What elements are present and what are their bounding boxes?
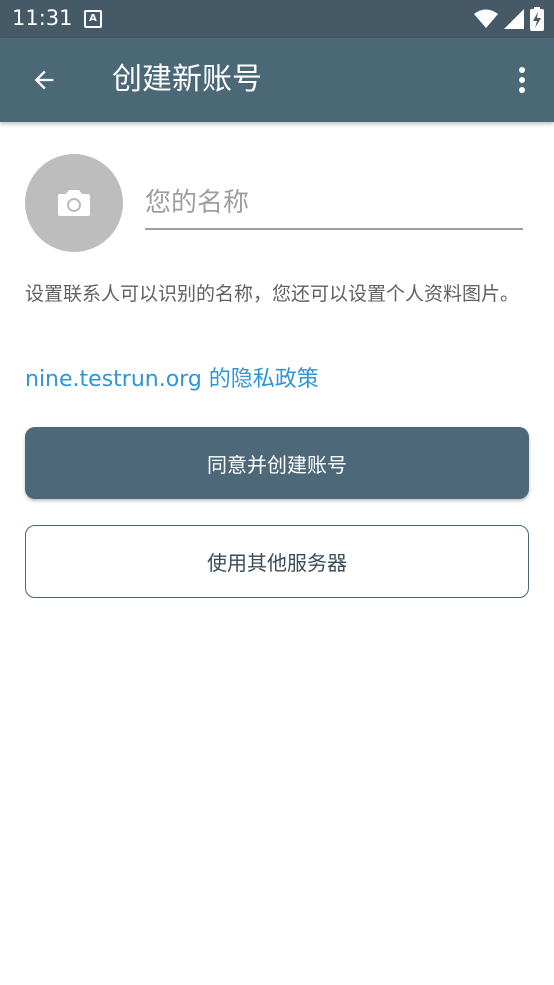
more-vert-icon xyxy=(519,67,525,93)
back-button[interactable] xyxy=(22,58,66,102)
name-input[interactable] xyxy=(145,178,523,230)
privacy-policy-link[interactable]: nine.testrun.org 的隐私政策 xyxy=(25,364,319,396)
avatar-picker[interactable] xyxy=(25,154,123,252)
camera-icon xyxy=(58,190,90,216)
use-other-server-button[interactable]: 使用其他服务器 xyxy=(25,525,529,598)
notification-icon: A xyxy=(84,10,102,28)
signal-icon xyxy=(504,9,524,29)
page-title: 创建新账号 xyxy=(112,62,262,97)
arrow-left-icon xyxy=(34,70,54,90)
wifi-icon xyxy=(474,9,498,28)
battery-charging-icon xyxy=(530,7,544,31)
overflow-menu-button[interactable] xyxy=(504,58,540,102)
app-bar: 创建新账号 xyxy=(0,38,554,122)
status-bar: 11:31 A xyxy=(0,0,554,38)
status-icons xyxy=(474,7,544,31)
description-text: 设置联系人可以识别的名称，您还可以设置个人资料图片。 xyxy=(25,283,520,305)
status-time: 11:31 xyxy=(12,6,73,30)
agree-create-account-button[interactable]: 同意并创建账号 xyxy=(25,427,529,499)
